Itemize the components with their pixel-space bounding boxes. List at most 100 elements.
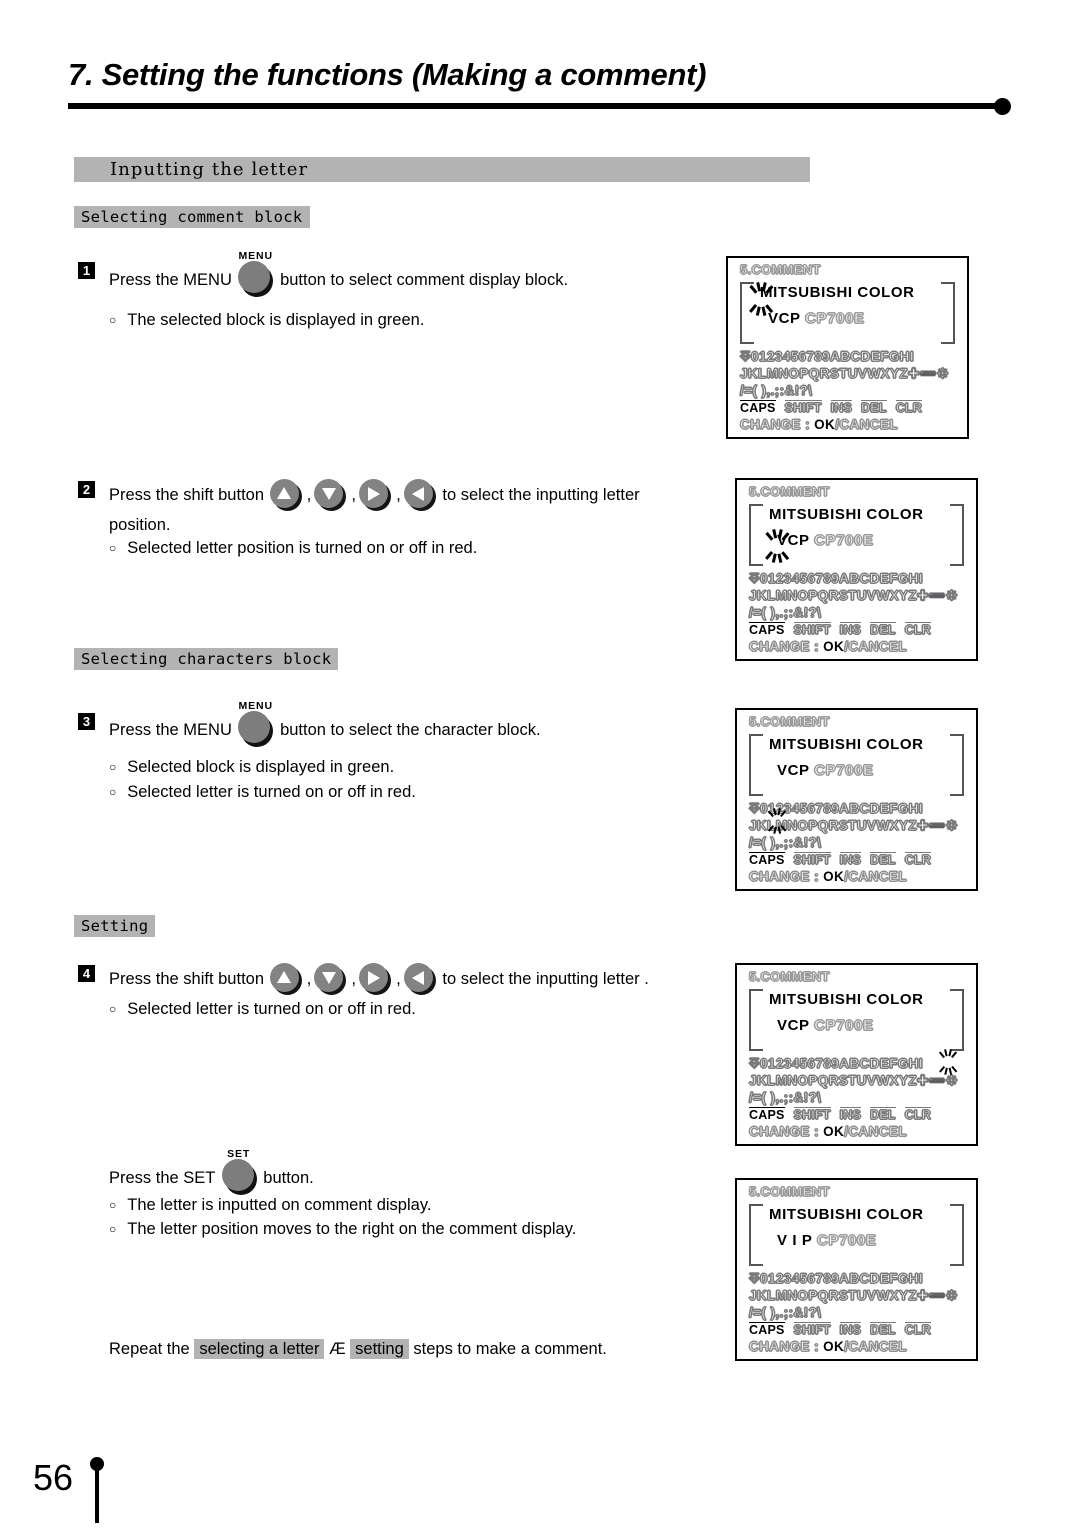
character-row-1[interactable]: ⎑0123456789ABCDEFGHI <box>748 1055 976 1072</box>
change-cancel-label[interactable]: /CANCEL <box>844 638 908 654</box>
function-key-caps[interactable]: CAPS <box>749 1107 785 1122</box>
subsection-setting: Setting <box>74 915 156 937</box>
function-key-caps[interactable]: CAPS <box>740 400 776 415</box>
character-row-1[interactable]: ⎑0123456789ABCDEFGHI <box>748 800 976 817</box>
set-step-bullet-0: The letter is inputted on comment displa… <box>109 1196 431 1215</box>
separator-comma: , <box>306 485 312 504</box>
character-row-1[interactable]: ⎑0123456789ABCDEFGHI <box>748 1270 976 1287</box>
comment-line-2: VCP CP700E <box>777 1016 973 1034</box>
function-key-shift[interactable]: SHIFT <box>793 1322 831 1338</box>
function-key-del[interactable]: DEL <box>870 852 896 868</box>
function-key-row: CAPS SHIFT INS DEL CLR <box>740 400 967 416</box>
lcd-title: 5.COMMENT <box>748 713 830 729</box>
character-row-2[interactable]: JKLMNOPQRSTUVWXYZ✚➖❉ <box>739 365 967 382</box>
comment-line-1-text: MITSUBISHI COLOR <box>769 506 924 523</box>
change-colon: : <box>814 868 820 884</box>
menu-button[interactable]: MENU <box>238 700 274 747</box>
character-row-3[interactable]: /=( ),.;:&!?\ <box>748 1089 976 1106</box>
comment-line-2-entered: V I P <box>777 1232 813 1249</box>
set-button[interactable]: SET <box>221 1148 257 1195</box>
character-rows: ⎑0123456789ABCDEFGHI JKLMNOPQRSTUVWXYZ✚➖… <box>748 1270 976 1321</box>
character-row-3[interactable]: /=( ),.;:&!?\ <box>748 604 976 621</box>
change-row: CHANGE : OK/CANCEL <box>748 638 976 654</box>
character-row-3[interactable]: /=( ),.;:&!?\ <box>739 382 967 399</box>
change-row: CHANGE : OK/CANCEL <box>748 1123 976 1139</box>
change-ok-label[interactable]: OK <box>814 417 835 432</box>
character-rows: ⎑0123456789ABCDEFGHI JKLMNOPQRSTUVWXYZ✚➖… <box>748 570 976 621</box>
left-arrow-button[interactable] <box>403 479 437 511</box>
comment-line-2: VCP CP700E <box>768 309 964 327</box>
comment-line-1-text: MITSUBISHI COLOR <box>769 1206 924 1223</box>
character-row-2[interactable]: JKLMNOPQRSTUVWXYZ✚➖❉ <box>748 587 976 604</box>
up-arrow-button[interactable] <box>269 963 303 995</box>
character-row-1[interactable]: ⎑0123456789ABCDEFGHI <box>748 570 976 587</box>
page-title: 7. Setting the functions (Making a comme… <box>68 57 707 92</box>
change-ok-label[interactable]: OK <box>823 869 844 884</box>
lcd-comment-area: MITSUBISHI COLOR VCP CP700E <box>747 502 966 568</box>
change-row: CHANGE : OK/CANCEL <box>739 416 967 432</box>
lcd-panel-5: 5.COMMENT MITSUBISHI COLOR V I P CP700E … <box>735 1178 978 1361</box>
function-key-shift[interactable]: SHIFT <box>793 1107 831 1123</box>
step-number-3: 3 <box>78 713 95 730</box>
function-key-caps[interactable]: CAPS <box>749 622 785 637</box>
function-key-del[interactable]: DEL <box>870 622 896 638</box>
comment-line-2: V I P CP700E <box>777 1231 973 1249</box>
function-key-del[interactable]: DEL <box>861 400 887 416</box>
function-key-clr[interactable]: CLR <box>904 852 931 868</box>
step-number-4: 4 <box>78 965 95 982</box>
function-key-shift[interactable]: SHIFT <box>793 622 831 638</box>
character-rows: ⎑0123456789ABCDEFGHI JKLMNOPQRSTUVWXYZ✚➖… <box>748 800 976 851</box>
step-3-bullet-1: Selected letter is turned on or off in r… <box>109 783 416 802</box>
right-arrow-button[interactable] <box>359 479 392 511</box>
up-arrow-button[interactable] <box>269 479 303 511</box>
comment-line-2-ghost: CP700E <box>805 309 865 327</box>
function-key-clr[interactable]: CLR <box>904 1107 931 1123</box>
change-ok-label[interactable]: OK <box>823 639 844 654</box>
menu-button[interactable]: MENU <box>238 250 274 297</box>
down-arrow-button[interactable] <box>314 963 347 995</box>
left-arrow-button[interactable] <box>403 963 437 995</box>
function-key-shift[interactable]: SHIFT <box>793 852 831 868</box>
change-row: CHANGE : OK/CANCEL <box>748 868 976 884</box>
character-row-2[interactable]: JKLMNOPQRSTUVWXYZ✚➖❉ <box>748 1287 976 1304</box>
change-cancel-label[interactable]: /CANCEL <box>844 868 908 884</box>
button-face <box>221 1159 254 1191</box>
lcd-comment-area: MITSUBISHI COLOR VCP CP700E <box>747 732 966 798</box>
title-end-dot <box>994 98 1011 115</box>
change-ok-label[interactable]: OK <box>823 1339 844 1354</box>
function-key-ins[interactable]: INS <box>830 400 852 416</box>
character-rows: ⎑0123456789ABCDEFGHI JKLMNOPQRSTUVWXYZ✚➖… <box>739 348 967 399</box>
change-label: CHANGE <box>748 1338 810 1354</box>
function-key-row: CAPS SHIFT INS DEL CLR <box>749 1107 976 1123</box>
comment-line-2-entered: VCP <box>768 310 801 327</box>
up-arrow-icon <box>270 963 299 992</box>
function-key-del[interactable]: DEL <box>870 1322 896 1338</box>
page-marker-rule <box>95 1465 99 1523</box>
character-row-2[interactable]: JKLMNOPQRSTUVWXYZ✚➖❉ <box>748 1072 976 1089</box>
character-row-3[interactable]: /=( ),.;:&!?\ <box>748 1304 976 1321</box>
right-arrow-button[interactable] <box>359 963 392 995</box>
change-cancel-label[interactable]: /CANCEL <box>844 1338 908 1354</box>
change-ok-label[interactable]: OK <box>823 1124 844 1139</box>
function-key-ins[interactable]: INS <box>839 1322 861 1338</box>
function-key-ins[interactable]: INS <box>839 622 861 638</box>
function-key-del[interactable]: DEL <box>870 1107 896 1123</box>
function-key-shift[interactable]: SHIFT <box>784 400 822 416</box>
character-row-1[interactable]: ⎑0123456789ABCDEFGHI <box>739 348 967 365</box>
change-cancel-label[interactable]: /CANCEL <box>835 416 899 432</box>
function-key-ins[interactable]: INS <box>839 1107 861 1123</box>
character-row-2[interactable]: JKLMNOPQRSTUVWXYZ✚➖❉ <box>748 817 976 834</box>
function-key-caps[interactable]: CAPS <box>749 1322 785 1337</box>
function-key-clr[interactable]: CLR <box>904 622 931 638</box>
character-row-3[interactable]: /=( ),.;:&!?\ <box>748 834 976 851</box>
comment-line-2-ghost: CP700E <box>814 1016 874 1034</box>
down-arrow-button[interactable] <box>314 479 347 511</box>
lcd-panel-3: 5.COMMENT MITSUBISHI COLOR VCP CP700E ⎑0… <box>735 708 978 891</box>
function-key-ins[interactable]: INS <box>839 852 861 868</box>
step-4-text-before: Press the shift button <box>109 970 265 988</box>
function-key-clr[interactable]: CLR <box>895 400 922 416</box>
change-colon: : <box>805 416 811 432</box>
function-key-clr[interactable]: CLR <box>904 1322 931 1338</box>
function-key-caps[interactable]: CAPS <box>749 852 785 867</box>
change-cancel-label[interactable]: /CANCEL <box>844 1123 908 1139</box>
